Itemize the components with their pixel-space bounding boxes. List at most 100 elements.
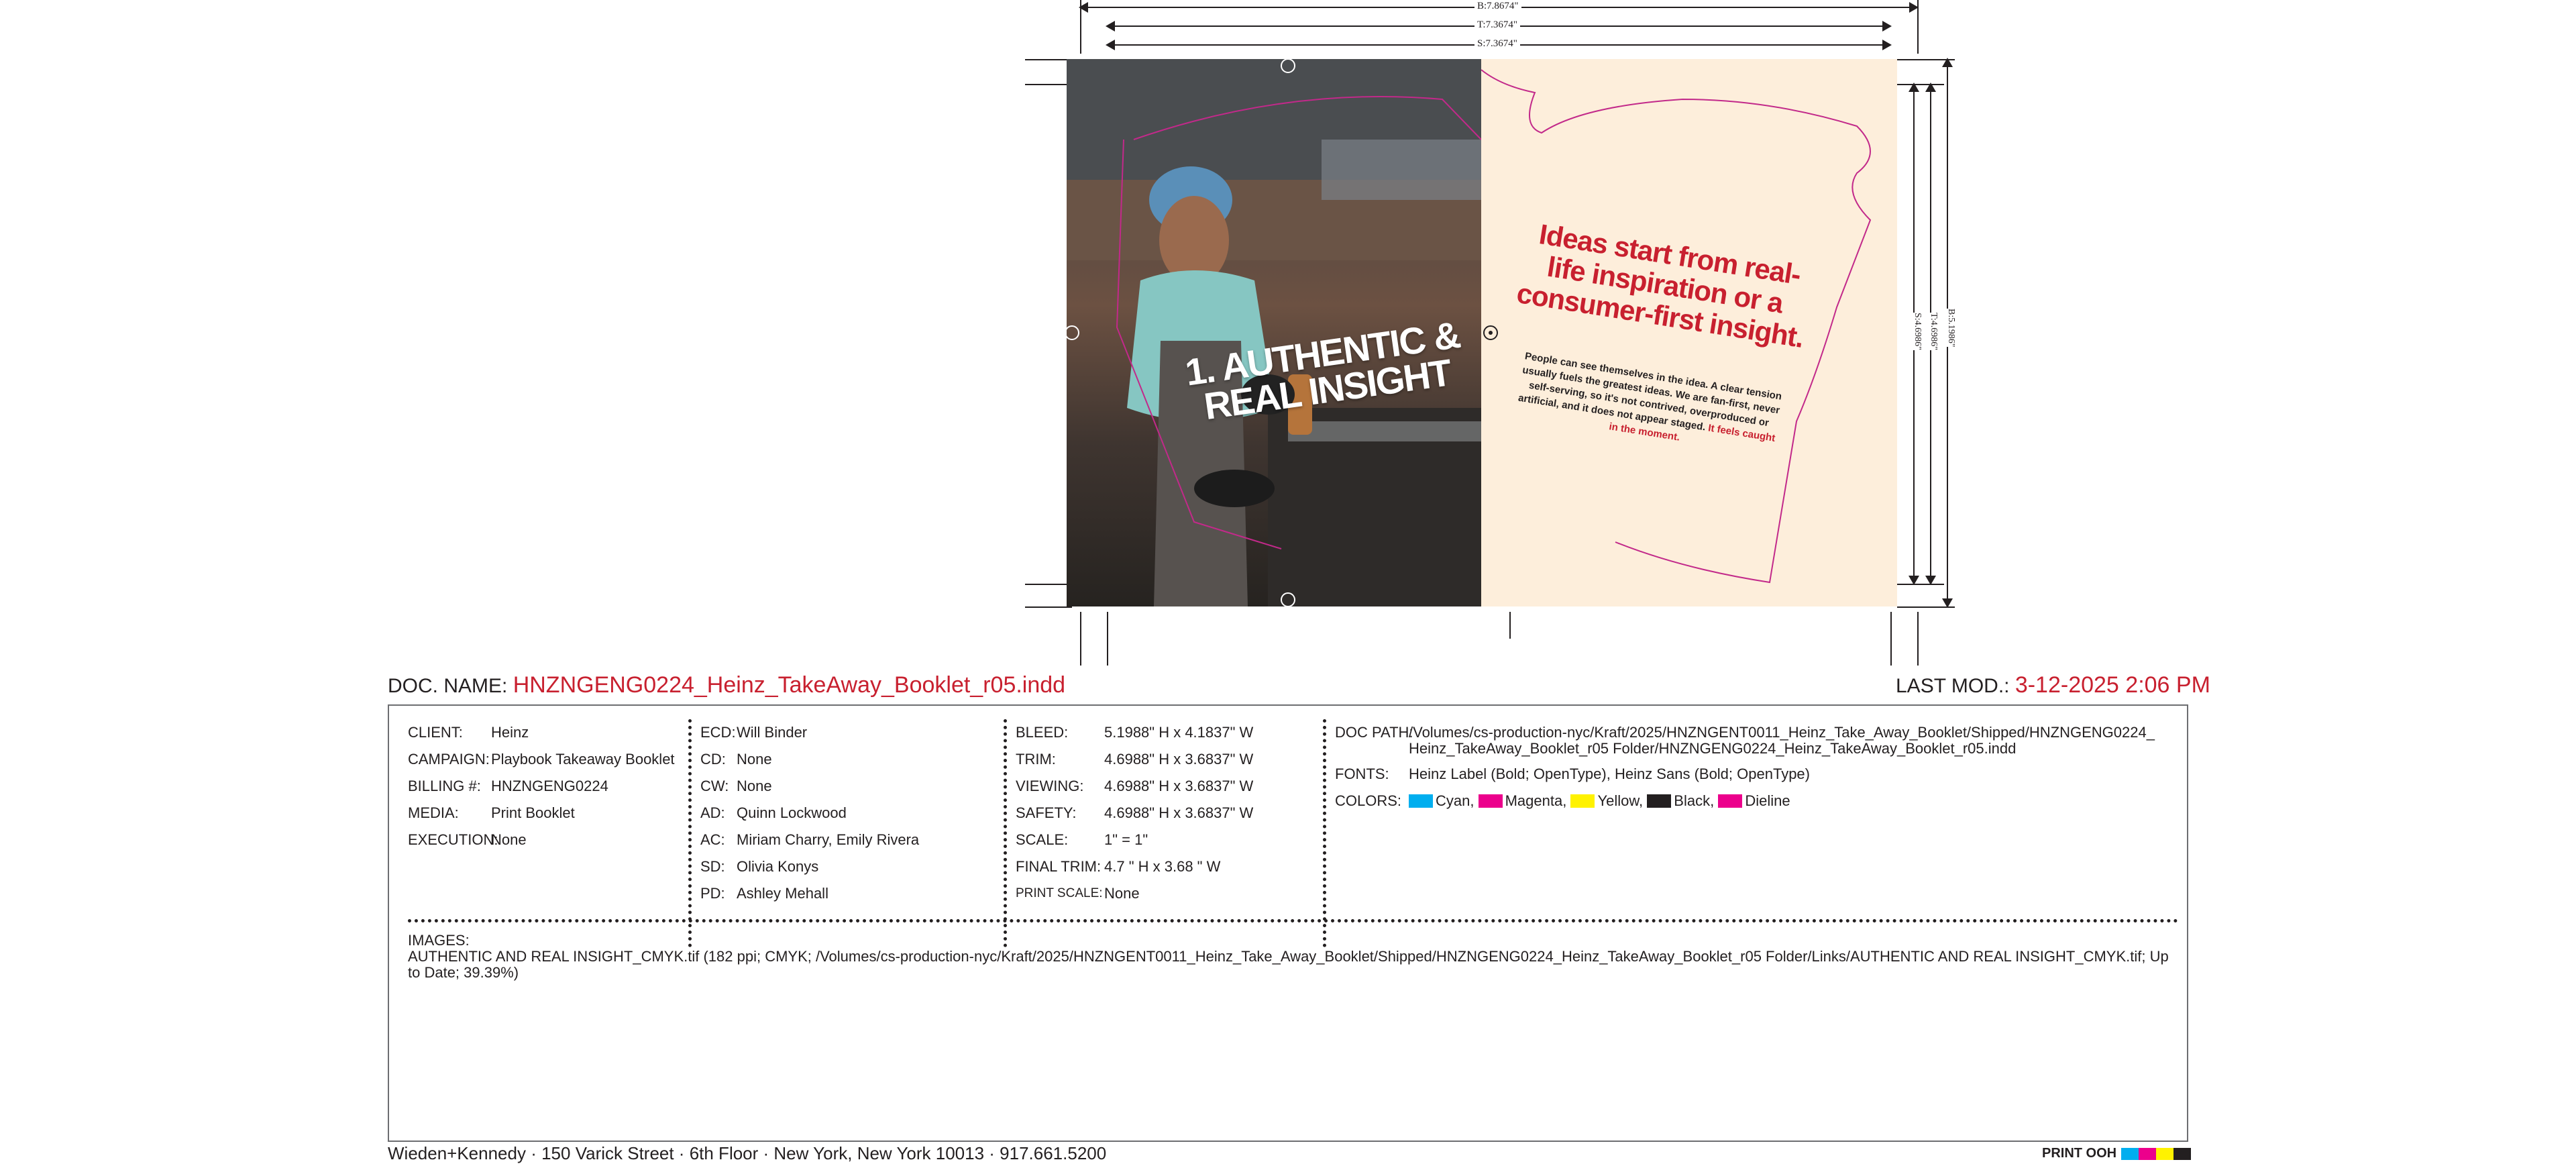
field-value: Playbook Takeaway Booklet — [491, 751, 675, 768]
doc-path-label: DOC PATH: — [1335, 724, 1413, 741]
field-label: BLEED: — [1016, 724, 1069, 741]
color-name: Cyan, — [1436, 792, 1474, 809]
slug-row: EXECUTION: None — [408, 827, 675, 853]
doc-path-value: /Volumes/cs-production-nyc/Kraft/2025/HN… — [1409, 725, 2155, 757]
images-value: AUTHENTIC AND REAL INSIGHT_CMYK.tif (182… — [408, 948, 2169, 981]
slug-box: CLIENT: Heinz CAMPAIGN: Playbook Takeaway … — [388, 704, 2188, 1142]
field-label: CLIENT: — [408, 724, 463, 741]
crop-mark — [1897, 84, 1944, 85]
cyan-swatch-icon — [1409, 794, 1433, 808]
field-label: PRINT SCALE: — [1016, 886, 1103, 900]
slug-col-team: ECD: Will Binder CD: None CW: None AD: Quinn… — [700, 719, 919, 907]
field-value: None — [1104, 885, 1140, 902]
bleed-height-label: B:5.1986" — [1945, 309, 1956, 348]
color-name: Yellow, — [1597, 792, 1644, 809]
color-name: Black, — [1674, 792, 1715, 809]
field-label: BILLING #: — [408, 778, 481, 794]
magenta-swatch-icon — [1478, 794, 1503, 808]
field-value: Heinz — [491, 724, 529, 741]
field-value: 4.6988" H x 3.6837" W — [1104, 804, 1254, 821]
yellow-swatch-icon — [1570, 794, 1595, 808]
bleed-width-label: B:7.8674" — [1474, 1, 1521, 11]
field-value: Quinn Lockwood — [737, 804, 847, 821]
color-name: Dieline — [1745, 792, 1790, 809]
field-label: SD: — [700, 858, 725, 875]
agency-footer: Wieden+Kennedy · 150 Varick Street · 6th… — [388, 1143, 1107, 1163]
field-label: PD: — [700, 885, 725, 902]
slug-row: DOC PATH: /Volumes/cs-production-nyc/Kra… — [1335, 725, 2155, 757]
slug-row: BILLING #: HNZNGENG0224 — [408, 773, 675, 800]
slug-col-specs: BLEED: 5.1988" H x 4.1837" W TRIM: 4.6988"… — [1016, 719, 1253, 907]
field-label: CAMPAIGN: — [408, 751, 490, 768]
yellow-swatch-icon — [2156, 1148, 2174, 1160]
field-value: HNZNGENG0224 — [491, 778, 608, 794]
slug-row: BLEED: 5.1988" H x 4.1837" W — [1016, 719, 1253, 746]
last-mod-label: LAST MOD.: — [1896, 675, 2010, 697]
trim-height-label: T:4.6986" — [1928, 313, 1939, 350]
trim-width-label: T:7.3674" — [1474, 19, 1520, 30]
field-value: Ashley Mehall — [737, 885, 828, 902]
crop-mark — [1107, 612, 1108, 666]
field-label: SAFETY: — [1016, 804, 1077, 821]
slug-col-doc: DOC PATH: /Volumes/cs-production-nyc/Kra… — [1335, 719, 2155, 814]
slug-horizontal-divider — [408, 919, 2179, 922]
photo-page: 1. AUTHENTIC & REAL INSIGHT — [1067, 59, 1481, 606]
text-panel: Ideas start from real-life inspiration o… — [1481, 59, 1897, 606]
slug-row: MEDIA: Print Booklet — [408, 800, 675, 827]
slug-row: SD: Olivia Konys — [700, 853, 919, 880]
crop-mark — [1025, 584, 1072, 585]
print-ooh-label: PRINT OOH — [2042, 1146, 2117, 1161]
slug-row: SCALE: 1" = 1" — [1016, 827, 1253, 853]
slug-row: FONTS: Heinz Label (Bold; OpenType), Hei… — [1335, 761, 2155, 788]
slug-row: AC: Miriam Charry, Emily Rivera — [700, 827, 919, 853]
crop-mark — [1025, 84, 1072, 85]
field-label: ECD: — [700, 724, 736, 741]
slug-row: AD: Quinn Lockwood — [700, 800, 919, 827]
slug-row: PRINT SCALE: None — [1016, 880, 1253, 907]
color-name: Magenta, — [1505, 792, 1567, 809]
slug-col-job: CLIENT: Heinz CAMPAIGN: Playbook Takeaway … — [408, 719, 675, 853]
doc-path-line1: /Volumes/cs-production-nyc/Kraft/2025/HN… — [1409, 724, 2155, 741]
slug-row: CAMPAIGN: Playbook Takeaway Booklet — [408, 746, 675, 773]
slug-row: COLORS: Cyan, Magenta, Yellow, Black, Di… — [1335, 788, 2155, 814]
slug-divider — [1323, 719, 1326, 947]
doc-path-line2: Heinz_TakeAway_Booklet_r05 Folder/HNZNGE… — [1409, 740, 2017, 757]
colors-label: COLORS: — [1335, 792, 1402, 809]
crop-mark — [1917, 612, 1919, 666]
last-modified: LAST MOD.: 3-12-2025 2:06 PM — [1896, 672, 2210, 698]
crop-mark — [1025, 606, 1072, 608]
doc-name-value: HNZNGENG0224_Heinz_TakeAway_Booklet_r05.… — [513, 672, 1066, 698]
magenta-swatch-icon — [2139, 1148, 2156, 1160]
slug-row: CW: None — [700, 773, 919, 800]
field-value: Will Binder — [737, 724, 808, 741]
crop-mark — [1917, 0, 1919, 54]
field-value: 4.6988" H x 3.6837" W — [1104, 751, 1254, 768]
images-label: IMAGES: — [408, 932, 470, 949]
field-label: MEDIA: — [408, 804, 459, 821]
fonts-label: FONTS: — [1335, 765, 1389, 782]
field-label: FINAL TRIM: — [1016, 858, 1102, 875]
field-value: None — [491, 831, 527, 848]
field-label: VIEWING: — [1016, 778, 1084, 794]
field-value: 1" = 1" — [1104, 831, 1148, 848]
field-value: 4.6988" H x 3.6837" W — [1104, 778, 1254, 794]
field-label: CD: — [700, 751, 726, 768]
crop-mark — [1897, 584, 1944, 585]
crop-mark — [1080, 0, 1081, 54]
field-value: None — [737, 778, 772, 794]
last-mod-value: 3-12-2025 2:06 PM — [2015, 672, 2210, 698]
crop-mark — [1890, 612, 1892, 666]
black-swatch-icon — [1647, 794, 1672, 808]
fonts-value: Heinz Label (Bold; OpenType), Heinz Sans… — [1409, 765, 1810, 782]
images-section: IMAGES: AUTHENTIC AND REAL INSIGHT_CMYK.… — [408, 933, 2172, 981]
slug-row: SAFETY: 4.6988" H x 3.6837" W — [1016, 800, 1253, 827]
field-value: None — [737, 751, 772, 768]
slug-row: CD: None — [700, 746, 919, 773]
doc-name: DOC. NAME: HNZNGENG0224_Heinz_TakeAway_B… — [388, 672, 1065, 698]
field-value: Miriam Charry, Emily Rivera — [737, 831, 920, 848]
artwork-spread: B:7.8674" T:7.3674" S:7.3674" 1. AUTHENT… — [1025, 0, 1979, 671]
slug-row: FINAL TRIM: 4.7 " H x 3.68 " W — [1016, 853, 1253, 880]
field-label: TRIM: — [1016, 751, 1056, 768]
slug-row: TRIM: 4.6988" H x 3.6837" W — [1016, 746, 1253, 773]
field-value: 5.1988" H x 4.1837" W — [1104, 724, 1254, 741]
